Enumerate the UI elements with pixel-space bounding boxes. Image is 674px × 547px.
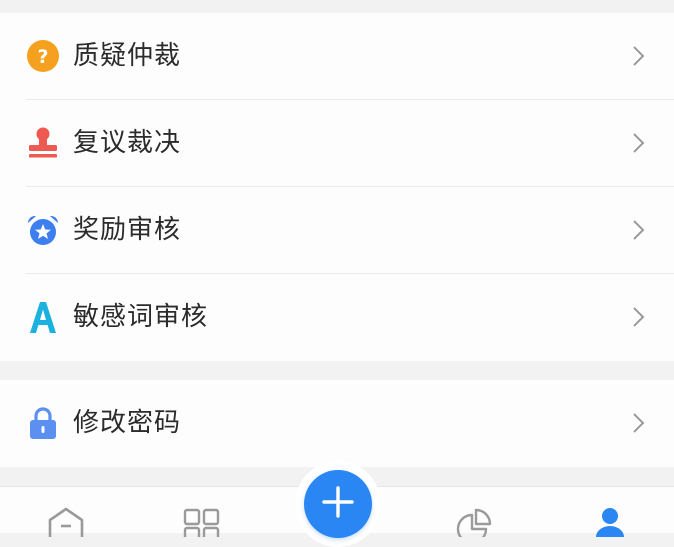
- menu-item-label: 质疑仲裁: [73, 41, 182, 71]
- menu-item-label: 奖励审核: [73, 215, 182, 245]
- lock-icon: [26, 406, 60, 440]
- tab-me[interactable]: [590, 507, 630, 537]
- user-icon: [590, 507, 630, 537]
- chevron-right-icon: [626, 305, 650, 329]
- grid-icon: [182, 507, 222, 544]
- svg-text:?: ?: [37, 46, 48, 68]
- chevron-right-icon: [626, 44, 650, 68]
- pie-chart-icon: [454, 507, 494, 545]
- menu-item-reconsideration[interactable]: 复议裁决: [0, 100, 674, 187]
- menu-item-label: 修改密码: [73, 408, 182, 438]
- menu-item-arbitration[interactable]: ? 质疑仲裁: [0, 13, 674, 100]
- add-icon: [321, 485, 355, 523]
- menu-card: ? 质疑仲裁 复议裁决 奖励审核 敏感词审核: [0, 13, 674, 361]
- letter-a-icon: [26, 300, 60, 334]
- menu-item-sensitive-word-review[interactable]: 敏感词审核: [0, 274, 674, 361]
- chevron-right-icon: [626, 218, 650, 242]
- add-button[interactable]: [304, 470, 372, 538]
- menu-item-label: 敏感词审核: [73, 302, 209, 332]
- tab-stats[interactable]: [454, 507, 494, 545]
- menu-item-change-password[interactable]: 修改密码: [0, 380, 674, 467]
- question-circle-icon: ?: [26, 39, 60, 73]
- account-card: 修改密码: [0, 380, 674, 467]
- tab-home[interactable]: [46, 507, 86, 537]
- chevron-right-icon: [626, 131, 650, 155]
- menu-item-label: 复议裁决: [73, 128, 182, 158]
- alarm-clock-icon: [26, 213, 60, 247]
- chevron-right-icon: [626, 411, 650, 435]
- stamp-icon: [26, 126, 60, 160]
- home-icon: [46, 507, 86, 537]
- tab-apps[interactable]: [182, 507, 222, 544]
- menu-item-reward-review[interactable]: 奖励审核: [0, 187, 674, 274]
